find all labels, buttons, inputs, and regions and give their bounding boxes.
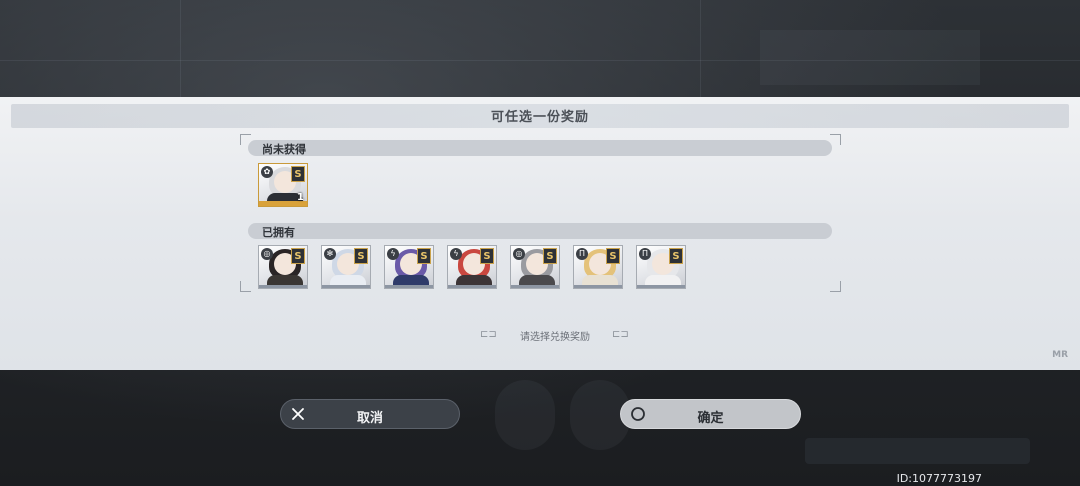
- bg-panel: [805, 438, 1030, 464]
- rank-badge: S: [606, 248, 620, 264]
- reward-card[interactable]: ✿ S 1: [258, 163, 308, 207]
- section-label-unowned: 尚未获得: [262, 143, 306, 156]
- frame-corner: [830, 281, 841, 292]
- section-header-unowned: [248, 140, 832, 156]
- pillar-icon: Π: [576, 248, 588, 260]
- prompt-deco-left: ⊏⊐: [480, 329, 497, 340]
- selection-prompt: 请选择兑换奖励: [520, 332, 590, 343]
- item-count: 1: [297, 192, 304, 203]
- brand-logo: MR: [1052, 350, 1068, 360]
- rank-badge: S: [291, 248, 305, 264]
- rarity-strip: [385, 285, 433, 288]
- user-id: ID:1077773197: [896, 472, 982, 485]
- lightning-icon: ϟ: [450, 248, 462, 260]
- reward-card[interactable]: ΠS: [573, 245, 623, 289]
- frame-corner: [830, 134, 841, 145]
- reward-card[interactable]: ϟS: [447, 245, 497, 289]
- reward-card[interactable]: ◎ S: [258, 245, 308, 289]
- prompt-deco-right: ⊏⊐: [612, 329, 629, 340]
- frame-corner: [240, 281, 251, 292]
- bg-panel: [760, 30, 980, 85]
- cancel-button[interactable]: 取消: [280, 399, 460, 429]
- swirl-icon: ◎: [513, 248, 525, 260]
- dialog-title: 可任选一份奖励: [490, 110, 589, 125]
- reward-card[interactable]: ϟS: [384, 245, 434, 289]
- reward-card[interactable]: ✻ S: [321, 245, 371, 289]
- confirm-button[interactable]: 确定: [620, 399, 801, 429]
- rarity-strip: [574, 285, 622, 288]
- rank-badge: S: [669, 248, 683, 264]
- rank-badge: S: [543, 248, 557, 264]
- snowflake-icon: ✻: [324, 248, 336, 260]
- flower-icon: ✿: [261, 166, 273, 178]
- section-label-owned: 已拥有: [262, 226, 295, 239]
- cancel-button-label: 取消: [356, 411, 383, 426]
- section-header-owned: [248, 223, 832, 239]
- confirm-button-label: 确定: [697, 411, 724, 426]
- bg-line: [180, 0, 181, 97]
- reward-card[interactable]: ΠS: [636, 245, 686, 289]
- lightning-icon: ϟ: [387, 248, 399, 260]
- swirl-icon: ◎: [261, 248, 273, 260]
- rank-badge: S: [354, 248, 368, 264]
- rank-badge: S: [417, 248, 431, 264]
- reward-card[interactable]: ◎ S: [510, 245, 560, 289]
- bg-figure: [495, 380, 555, 450]
- rarity-strip: [511, 285, 559, 288]
- rarity-strip: [322, 285, 370, 288]
- rarity-strip: [637, 285, 685, 288]
- rarity-strip: [448, 285, 496, 288]
- pillar-icon: Π: [639, 248, 651, 260]
- rarity-strip: [259, 285, 307, 288]
- rank-badge: S: [480, 248, 494, 264]
- rank-badge: S: [291, 166, 305, 182]
- bg-line: [700, 0, 701, 97]
